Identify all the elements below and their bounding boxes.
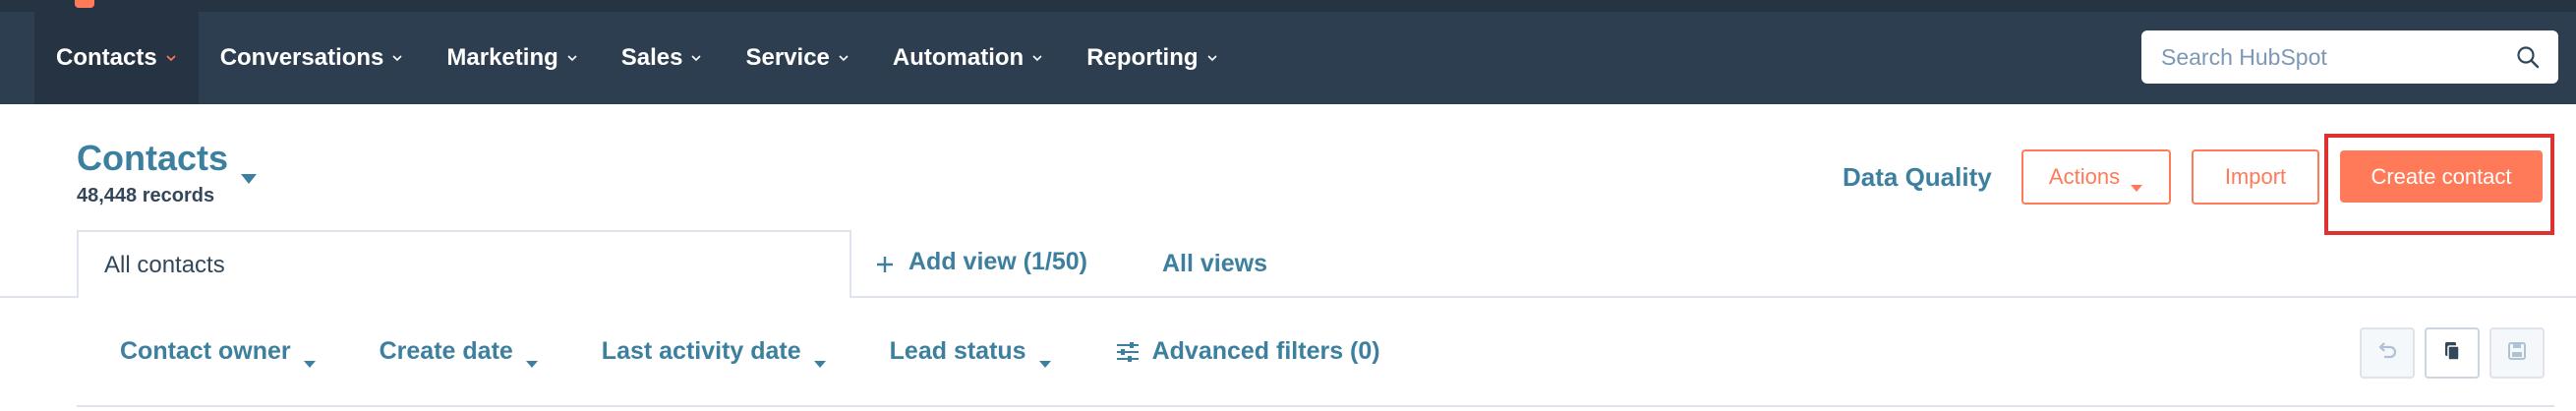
caret-down-icon (303, 347, 317, 368)
copy-icon (2440, 339, 2464, 368)
tab-all-contacts[interactable]: All contacts (77, 230, 851, 298)
filter-label: Advanced filters (0) (1151, 337, 1380, 365)
nav-item-sales[interactable]: Sales (600, 12, 725, 104)
caret-down-icon (2130, 173, 2143, 192)
add-view-button[interactable]: Add view (1/50) (875, 248, 1087, 276)
filter-bar: Contact owner Create date Last activity … (120, 337, 1443, 368)
all-views-link[interactable]: All views (1162, 250, 1267, 278)
nav-item-label: Contacts (56, 44, 157, 71)
undo-button[interactable] (2360, 327, 2415, 379)
save-icon (2505, 339, 2529, 368)
caret-down-icon (1038, 347, 1052, 368)
filter-contact-owner[interactable]: Contact owner (120, 337, 317, 368)
clone-view-button[interactable] (2425, 327, 2480, 379)
chevron-down-icon (1206, 52, 1218, 64)
nav-item-label: Conversations (219, 44, 384, 71)
global-search[interactable] (2141, 30, 2558, 84)
save-view-button[interactable] (2489, 327, 2545, 379)
nav-item-label: Service (745, 44, 830, 71)
nav-item-marketing[interactable]: Marketing (425, 12, 599, 104)
hubspot-logo-fragment (75, 0, 94, 8)
nav-item-label: Marketing (446, 44, 558, 71)
nav-item-conversations[interactable]: Conversations (199, 12, 426, 104)
caret-down-icon (525, 347, 539, 368)
actions-button[interactable]: Actions (2021, 149, 2171, 205)
record-count: 48,448 records (77, 185, 215, 206)
search-input[interactable] (2159, 42, 2515, 72)
undo-icon (2375, 339, 2399, 368)
create-contact-button[interactable]: Create contact (2340, 150, 2543, 203)
filter-create-date[interactable]: Create date (379, 337, 539, 368)
search-icon[interactable] (2515, 44, 2541, 70)
table-top-divider (77, 405, 2554, 407)
filter-last-activity-date[interactable]: Last activity date (601, 337, 827, 368)
top-navigation-bar: Contacts Conversations Marketing Sales S… (0, 0, 2576, 104)
filter-lead-status[interactable]: Lead status (889, 337, 1052, 368)
caret-down-icon (813, 347, 827, 368)
chevron-down-icon (566, 52, 578, 64)
advanced-filters-button[interactable]: Advanced filters (0) (1115, 337, 1380, 366)
nav-item-label: Automation (892, 44, 1025, 71)
data-quality-link[interactable]: Data Quality (1843, 162, 1992, 193)
sliders-icon (1115, 340, 1141, 364)
nav-item-label: Sales (620, 44, 683, 71)
filter-label: Lead status (889, 337, 1026, 365)
chevron-down-icon (690, 52, 702, 64)
chevron-down-icon (391, 52, 403, 64)
filter-label: Contact owner (120, 337, 291, 365)
page-title-text: Contacts (77, 138, 229, 178)
chevron-down-icon (1031, 52, 1043, 64)
actions-button-label: Actions (2048, 164, 2121, 189)
filter-label: Last activity date (601, 337, 801, 365)
main-nav: Contacts Conversations Marketing Sales S… (34, 12, 1240, 104)
nav-item-reporting[interactable]: Reporting (1065, 12, 1239, 104)
nav-item-contacts[interactable]: Contacts (34, 12, 199, 104)
filter-label: Create date (379, 337, 513, 365)
nav-item-label: Reporting (1086, 44, 1199, 71)
add-view-label: Add view (1/50) (908, 248, 1087, 275)
plus-icon (875, 253, 895, 272)
caret-down-icon (240, 152, 258, 184)
nav-item-service[interactable]: Service (724, 12, 870, 104)
page-title[interactable]: Contacts (77, 138, 258, 184)
view-tools (2360, 327, 2545, 379)
chevron-down-icon (165, 52, 177, 64)
top-strip (0, 0, 2576, 12)
import-button[interactable]: Import (2192, 149, 2319, 205)
chevron-down-icon (838, 52, 849, 64)
nav-item-automation[interactable]: Automation (871, 12, 1065, 104)
